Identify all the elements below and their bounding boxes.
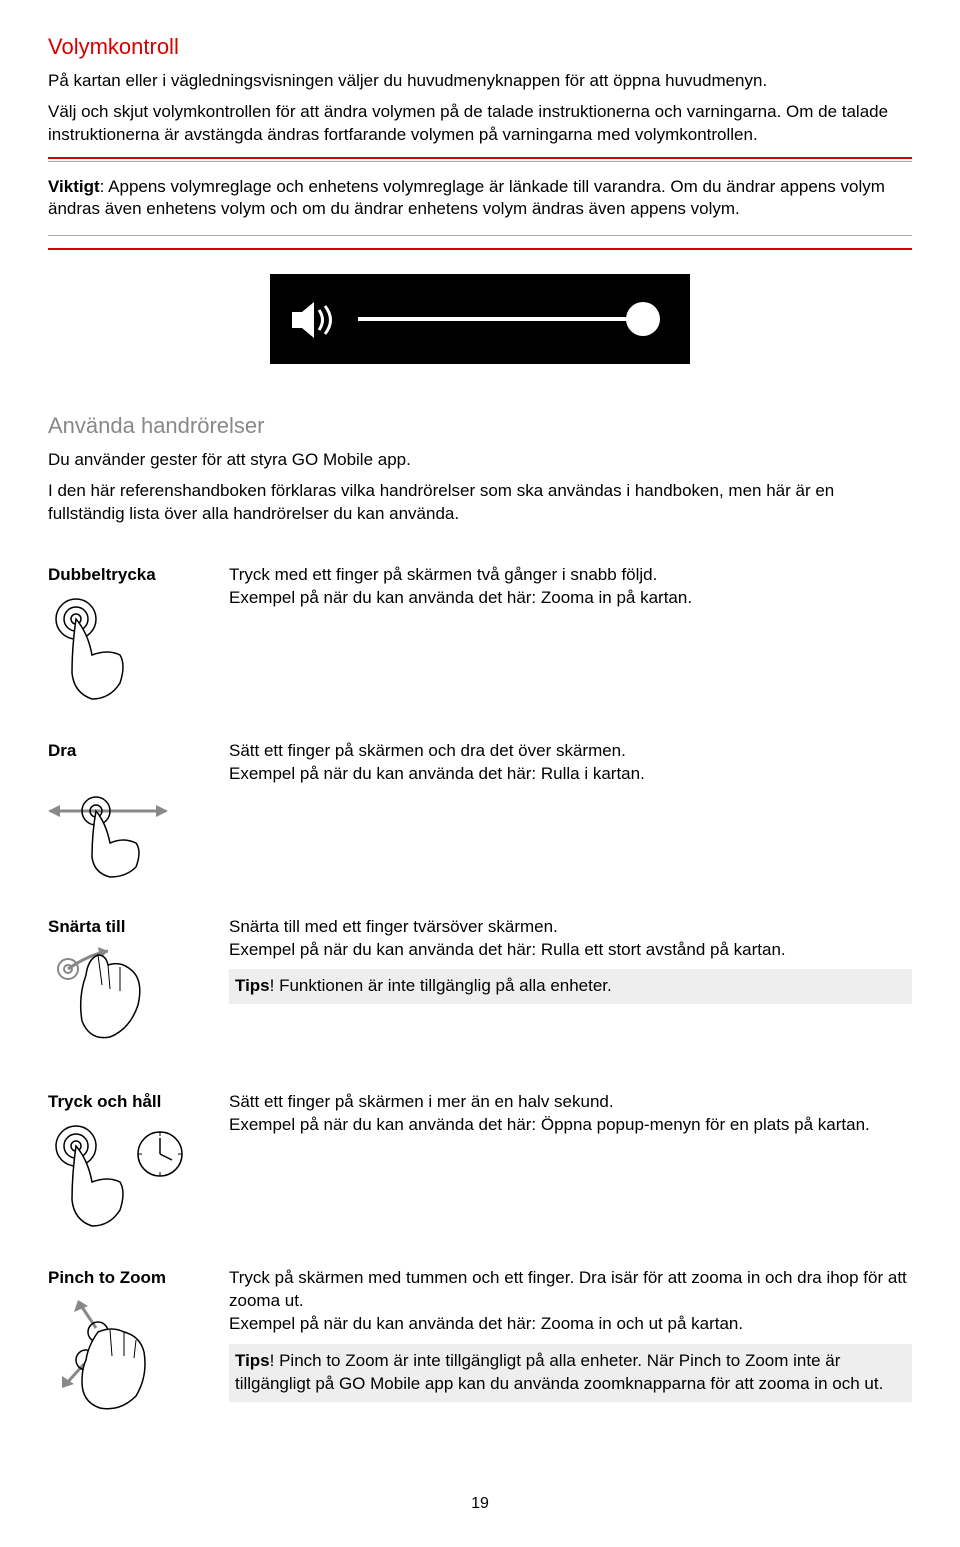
gesture-name: Dra (48, 741, 76, 760)
tip-label: Tips (235, 976, 270, 995)
gesture-desc-2: Exempel på när du kan använda det här: R… (229, 763, 912, 786)
gesture-name: Pinch to Zoom (48, 1268, 166, 1287)
page-number: 19 (48, 1493, 912, 1515)
tip-box: Tips! Pinch to Zoom är inte tillgängligt… (229, 1344, 912, 1402)
gesture-name: Tryck och håll (48, 1092, 161, 1111)
double-tap-icon (48, 593, 138, 703)
gesture-row-doubletap: Dubbeltrycka Tryck med ett finger på skä… (48, 564, 912, 710)
volume-paragraph-1: På kartan eller i vägledningsvisningen v… (48, 70, 912, 93)
gesture-name: Dubbeltrycka (48, 565, 156, 584)
gesture-desc-1: Tryck på skärmen med tummen och ett fing… (229, 1267, 912, 1313)
volume-thumb (626, 302, 660, 336)
important-note: Viktigt: Appens volymreglage och enheten… (48, 176, 912, 222)
gestures-intro-2: I den här referenshandboken förklaras vi… (48, 480, 912, 526)
gestures-heading: Använda handrörelser (48, 411, 912, 441)
gesture-desc-2: Exempel på när du kan använda det här: Z… (229, 1313, 912, 1336)
volume-control-heading: Volymkontroll (48, 32, 912, 62)
volume-paragraph-2: Välj och skjut volymkontrollen för att ä… (48, 101, 912, 147)
drag-icon (48, 769, 168, 879)
gesture-row-pinch: Pinch to Zoom Tryck på skärmen med tumme… (48, 1267, 912, 1423)
pinch-zoom-icon (48, 1296, 168, 1416)
gesture-desc-1: Sätt ett finger på skärmen och dra det ö… (229, 740, 912, 763)
tip-text: ! Pinch to Zoom är inte tillgängligt på … (235, 1351, 883, 1393)
flick-icon (48, 945, 158, 1055)
volume-track (358, 317, 648, 321)
gesture-desc-1: Sätt ett finger på skärmen i mer än en h… (229, 1091, 912, 1114)
gesture-desc-2: Exempel på när du kan använda det här: Ö… (229, 1114, 912, 1137)
gesture-row-hold: Tryck och håll Sätt ett finger (48, 1091, 912, 1237)
tip-text: ! Funktionen är inte tillgänglig på alla… (270, 976, 612, 995)
gesture-desc-1: Tryck med ett finger på skärmen två gång… (229, 564, 912, 587)
tip-box: Tips! Funktionen är inte tillgänglig på … (229, 969, 912, 1004)
gesture-name: Snärta till (48, 917, 125, 936)
gesture-desc-1: Snärta till med ett finger tvärsöver skä… (229, 916, 912, 939)
important-text: : Appens volymreglage och enhetens volym… (48, 177, 885, 219)
tip-label: Tips (235, 1351, 270, 1370)
gesture-row-flick: Snärta till Snärta till med ett finger t… (48, 916, 912, 1062)
speaker-icon (292, 300, 336, 340)
gesture-row-drag: Dra Sätt ett finger på skärmen och dra d… (48, 740, 912, 886)
gesture-desc-2: Exempel på när du kan använda det här: Z… (229, 587, 912, 610)
gestures-intro-1: Du använder gester för att styra GO Mobi… (48, 449, 912, 472)
volume-slider-figure (48, 274, 912, 371)
important-label: Viktigt (48, 177, 100, 196)
press-hold-icon (48, 1120, 188, 1230)
gesture-desc-2: Exempel på när du kan använda det här: R… (229, 939, 912, 962)
